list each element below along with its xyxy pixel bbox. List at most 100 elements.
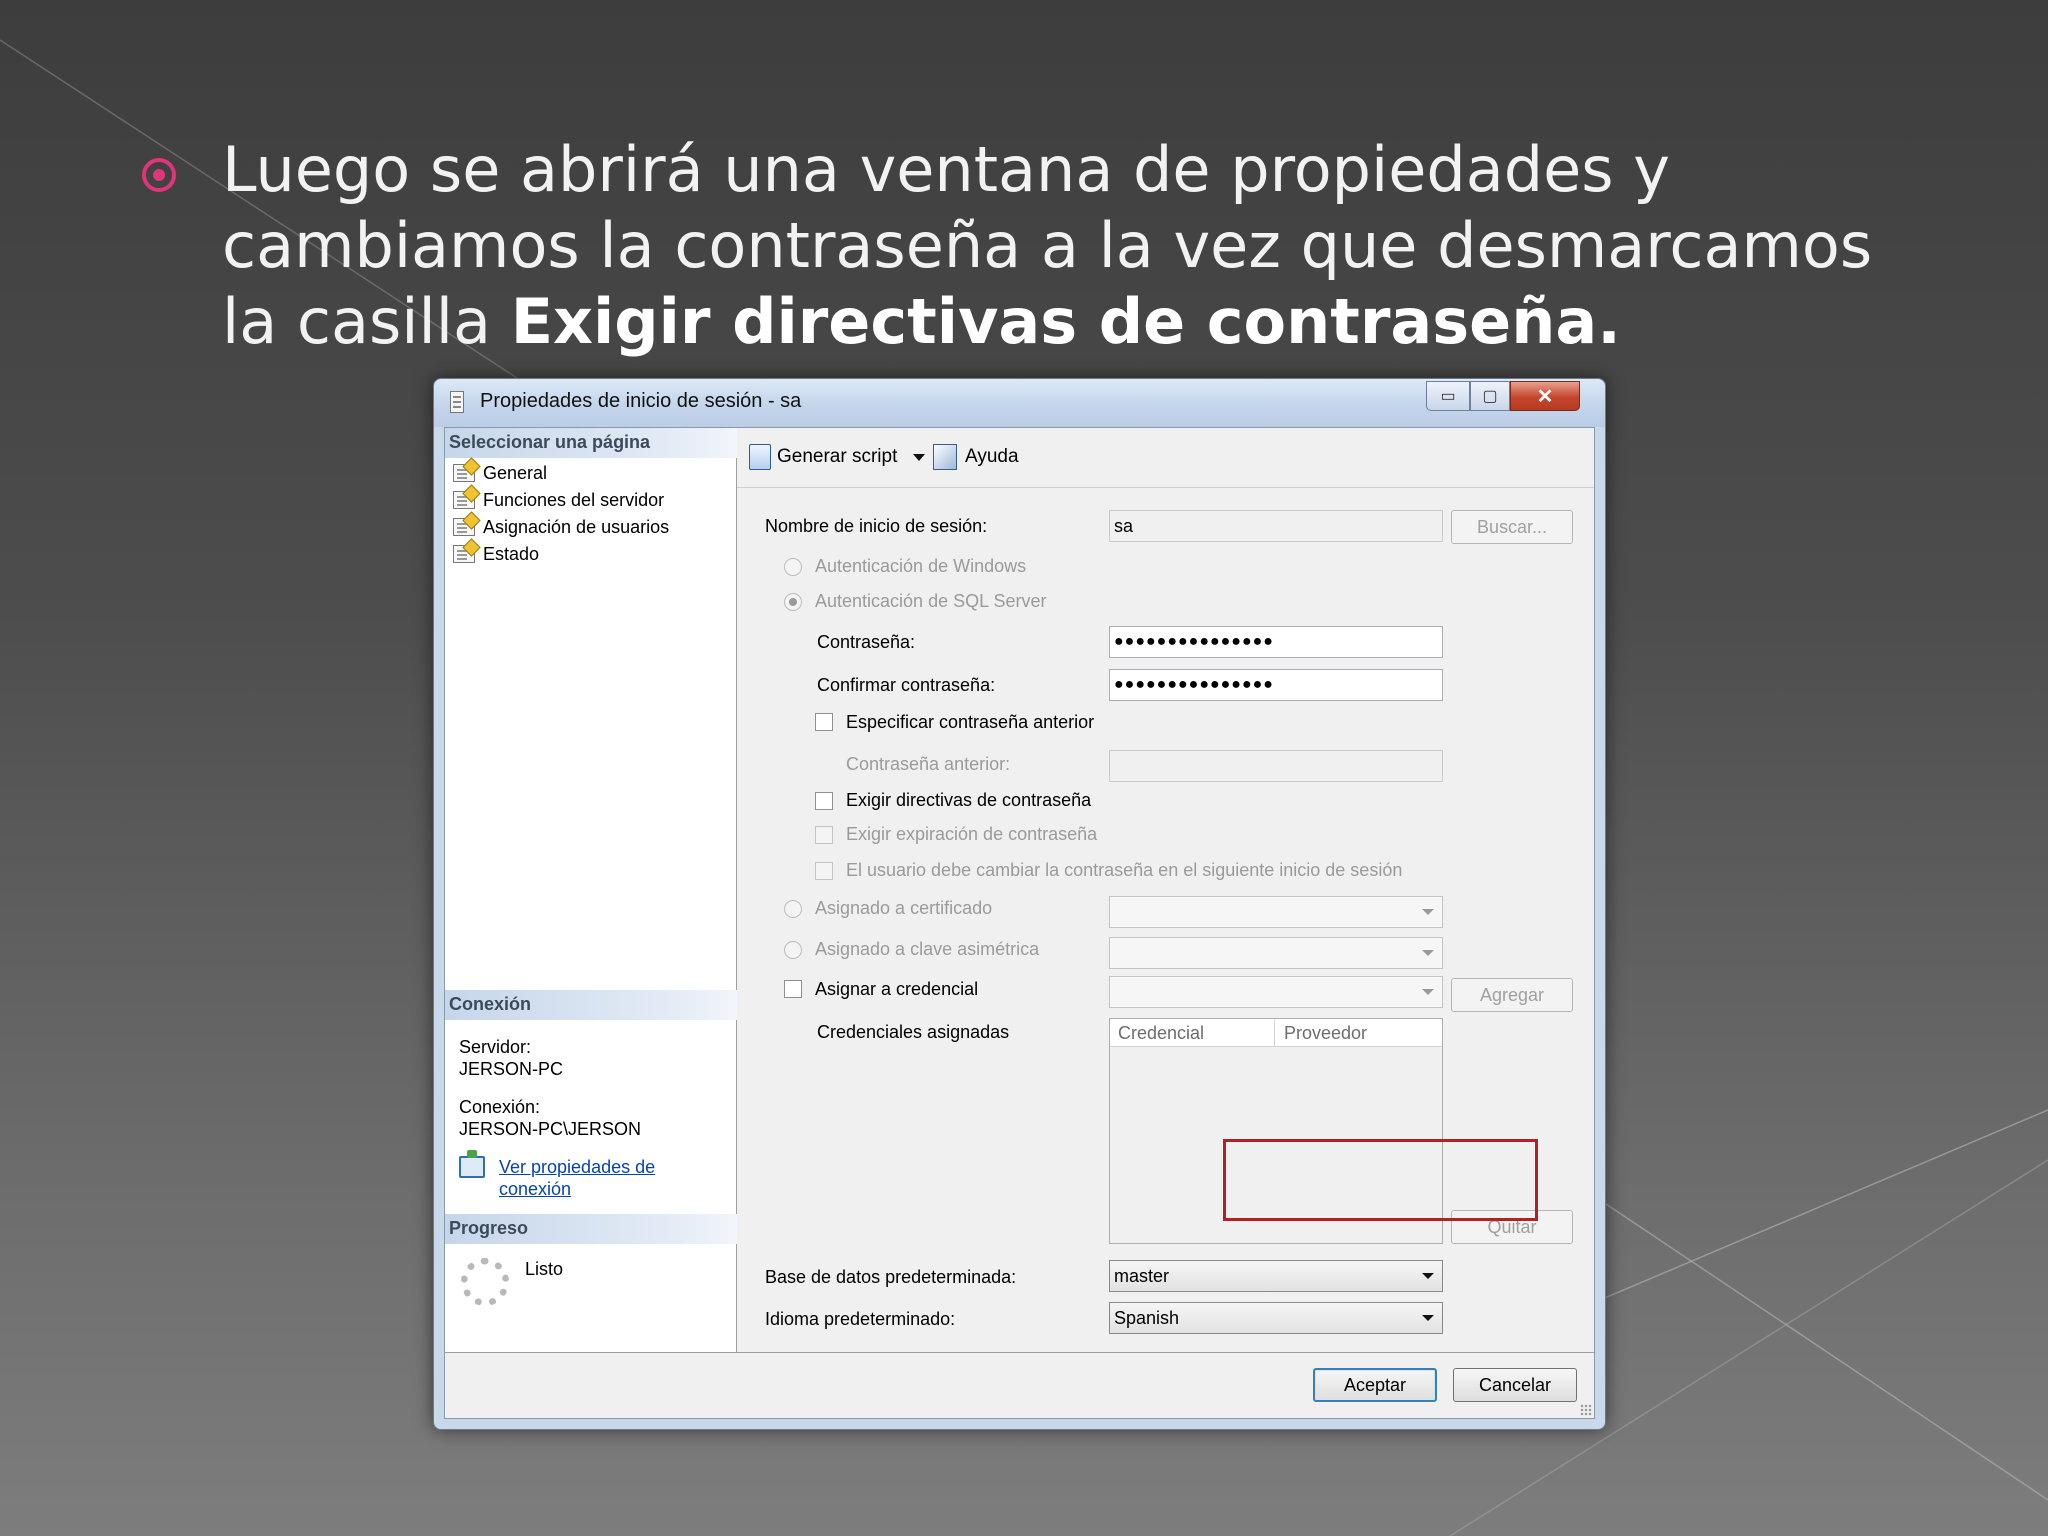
enforce-password-policy-checkbox[interactable] xyxy=(815,792,833,810)
certificate-select[interactable] xyxy=(1109,896,1443,928)
asymmetric-key-label: Asignado a clave asimétrica xyxy=(815,939,1040,959)
map-credential-label: Asignar a credencial xyxy=(815,979,979,999)
specify-old-password-label: Especificar contraseña anterior xyxy=(846,712,1095,732)
window-icon xyxy=(450,391,464,413)
page-icon xyxy=(453,464,475,482)
login-name-field[interactable]: sa xyxy=(1109,510,1443,542)
chevron-down-icon xyxy=(1422,950,1434,956)
page-icon xyxy=(453,491,475,509)
script-icon xyxy=(749,444,771,470)
help-button[interactable]: Ayuda xyxy=(965,446,1019,468)
confirm-password-field[interactable]: ●●●●●●●●●●●●●●● xyxy=(1109,669,1443,701)
footer-divider xyxy=(445,1352,1594,1353)
default-language-label: Idioma predeterminado: xyxy=(765,1309,956,1329)
nav-item-server-roles[interactable]: Funciones del servidor xyxy=(453,487,664,513)
certificate-label: Asignado a certificado xyxy=(815,898,993,918)
connection-header: Conexión xyxy=(445,990,737,1020)
sql-auth-radio[interactable] xyxy=(784,593,802,611)
must-change-password-checkbox[interactable] xyxy=(815,862,833,880)
chevron-down-icon xyxy=(1422,989,1434,995)
enforce-expiration-label: Exigir expiración de contraseña xyxy=(846,824,1098,844)
page-icon xyxy=(453,518,475,536)
assigned-credentials-grid[interactable]: Credencial Proveedor xyxy=(1109,1018,1443,1244)
enforce-password-policy-label: Exigir directivas de contraseña xyxy=(846,790,1092,810)
default-database-select[interactable]: master xyxy=(1109,1260,1443,1292)
search-button[interactable]: Buscar... xyxy=(1451,510,1573,544)
old-password-label: Contraseña anterior: xyxy=(846,754,1011,774)
link-line1: Ver propiedades de xyxy=(499,1157,656,1177)
close-button[interactable]: ✕ xyxy=(1510,381,1580,411)
minimize-button[interactable]: ▭ xyxy=(1426,381,1470,411)
progress-status: Listo xyxy=(525,1259,564,1279)
select-page-header: Seleccionar una página xyxy=(445,428,737,458)
chevron-down-icon xyxy=(1422,1273,1434,1279)
add-credential-button[interactable]: Agregar xyxy=(1451,978,1573,1012)
connection-value: JERSON-PC\JERSON xyxy=(459,1119,642,1139)
script-dropdown-arrow-icon[interactable] xyxy=(913,454,925,461)
nav-item-label: Estado xyxy=(483,543,540,564)
connection-label: Conexión: xyxy=(459,1097,541,1117)
grid-col-separator xyxy=(1274,1019,1275,1047)
connection-properties-icon xyxy=(459,1150,485,1178)
nav-item-label: General xyxy=(483,462,548,483)
password-field[interactable]: ●●●●●●●●●●●●●●● xyxy=(1109,626,1443,658)
credential-select[interactable] xyxy=(1109,976,1443,1008)
slide-text-line3-prefix: la casilla xyxy=(222,285,511,358)
certificate-radio[interactable] xyxy=(784,900,802,918)
assigned-credentials-label: Credenciales asignadas xyxy=(817,1022,1010,1042)
default-database-value: master xyxy=(1114,1266,1170,1286)
default-language-select[interactable]: Spanish xyxy=(1109,1302,1443,1334)
server-label: Servidor: xyxy=(459,1037,532,1057)
login-name-label: Nombre de inicio de sesión: xyxy=(765,516,988,536)
default-language-value: Spanish xyxy=(1114,1308,1180,1328)
windows-auth-radio[interactable] xyxy=(784,558,802,576)
chevron-down-icon xyxy=(1422,1315,1434,1321)
map-credential-checkbox[interactable] xyxy=(784,980,802,998)
sql-auth-label: Autenticación de SQL Server xyxy=(815,591,1047,611)
default-database-label: Base de datos predeterminada: xyxy=(765,1267,1017,1287)
slide-text-line3: la casilla Exigir directivas de contrase… xyxy=(222,284,1982,360)
slide-text: Luego se abrirá una ventana de propiedad… xyxy=(222,132,1982,360)
progress-spinner-icon xyxy=(461,1258,509,1306)
old-password-field[interactable] xyxy=(1109,750,1443,782)
left-pane: Seleccionar una página General Funciones… xyxy=(445,428,737,1352)
resize-grip-icon[interactable] xyxy=(1580,1404,1592,1416)
cancel-button[interactable]: Cancelar xyxy=(1453,1368,1577,1402)
grid-col-provider[interactable]: Proveedor xyxy=(1284,1023,1367,1044)
generate-script-button[interactable]: Generar script xyxy=(777,446,897,468)
slide-text-line2: cambiamos la contraseña a la vez que des… xyxy=(222,209,1873,282)
nav-item-label: Funciones del servidor xyxy=(483,489,665,510)
specify-old-password-checkbox[interactable] xyxy=(815,713,833,731)
nav-item-user-mapping[interactable]: Asignación de usuarios xyxy=(453,514,669,540)
window-title: Propiedades de inicio de sesión - sa xyxy=(480,390,802,412)
slide-text-line1: Luego se abrirá una ventana de propiedad… xyxy=(222,133,1670,206)
remove-credential-button[interactable]: Quitar xyxy=(1451,1210,1573,1244)
nav-item-general[interactable]: General xyxy=(453,460,547,486)
grid-header: Credencial Proveedor xyxy=(1110,1019,1442,1047)
view-connection-properties-link[interactable]: Ver propiedades de conexión xyxy=(499,1156,655,1200)
windows-auth-label: Autenticación de Windows xyxy=(815,556,1027,576)
slide-text-line3-bold: Exigir directivas de contraseña. xyxy=(510,285,1621,358)
chevron-down-icon xyxy=(1422,909,1434,915)
asymmetric-key-radio[interactable] xyxy=(784,941,802,959)
toolbar: Generar script Ayuda xyxy=(737,428,1594,488)
asymmetric-key-select[interactable] xyxy=(1109,937,1443,969)
title-bar[interactable]: Propiedades de inicio de sesión - sa ▭ ▢… xyxy=(434,379,1605,427)
login-properties-dialog: Propiedades de inicio de sesión - sa ▭ ▢… xyxy=(433,378,1606,1430)
help-icon xyxy=(933,444,957,470)
password-label: Contraseña: xyxy=(817,632,916,652)
enforce-expiration-checkbox[interactable] xyxy=(815,826,833,844)
server-value: JERSON-PC xyxy=(459,1059,564,1079)
grid-col-credential[interactable]: Credencial xyxy=(1118,1023,1204,1044)
link-line2: conexión xyxy=(499,1179,572,1199)
nav-item-label: Asignación de usuarios xyxy=(483,516,670,537)
progress-header: Progreso xyxy=(445,1214,737,1244)
bullet-icon xyxy=(142,158,176,192)
maximize-button[interactable]: ▢ xyxy=(1470,381,1510,411)
page-icon xyxy=(453,545,475,563)
nav-item-status[interactable]: Estado xyxy=(453,541,539,567)
confirm-password-label: Confirmar contraseña: xyxy=(817,675,996,695)
ok-button[interactable]: Aceptar xyxy=(1313,1368,1437,1402)
must-change-password-label: El usuario debe cambiar la contraseña en… xyxy=(846,860,1403,880)
dialog-client-area: Seleccionar una página General Funciones… xyxy=(444,427,1595,1419)
